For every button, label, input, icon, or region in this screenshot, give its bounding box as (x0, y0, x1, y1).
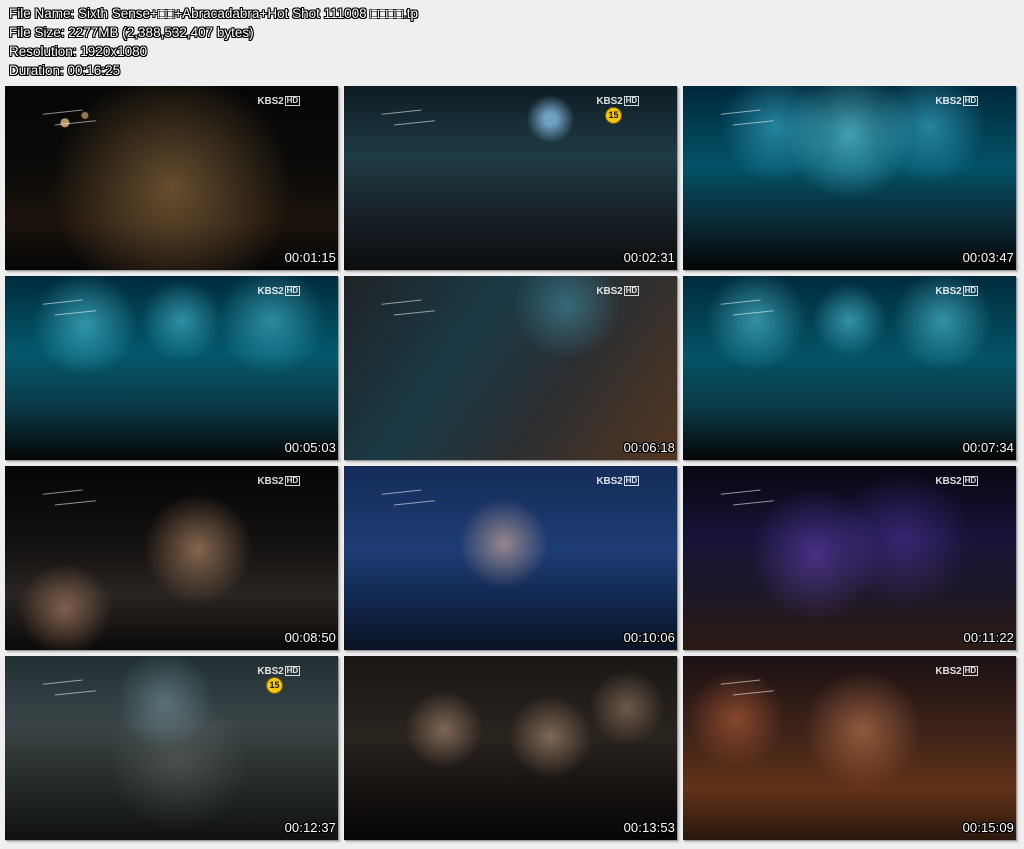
video-thumbnail[interactable]: KBS2 HD 00:15:09 (683, 656, 1016, 840)
video-thumbnail[interactable]: KBS2 HD 00:11:22 (683, 466, 1016, 650)
channel-badge: KBS2 HD (935, 666, 978, 677)
program-logo (718, 477, 777, 513)
hd-badge: HD (284, 96, 300, 106)
thumbnail-timestamp: 00:10:06 (623, 630, 675, 645)
channel-badge: KBS2 HD (935, 476, 978, 487)
video-thumbnail[interactable]: 00:13:53 (344, 656, 677, 840)
thumbnail-timestamp: 00:03:47 (962, 250, 1014, 265)
video-thumbnail[interactable]: KBS2 HD 00:10:06 (344, 466, 677, 650)
channel-badge: KBS2 HD (257, 476, 300, 487)
channel-name: KBS2 (935, 476, 962, 487)
channel-badge: KBS2 HD (596, 476, 639, 487)
age-rating-badge: 15 (605, 107, 622, 124)
age-rating-badge: 15 (266, 677, 283, 694)
hd-badge: HD (962, 96, 978, 106)
hd-badge: HD (962, 286, 978, 296)
channel-badge: KBS2 HD (257, 96, 300, 107)
hd-badge: HD (623, 286, 639, 296)
thumbnail-timestamp: 00:05:03 (284, 440, 336, 455)
thumbnail-grid: KBS2 HD 00:01:15 KBS2 HD 15 00:02:31 KBS2 HD 00:0… (5, 86, 1019, 843)
channel-badge: KBS2 HD (596, 96, 639, 107)
channel-badge: KBS2 HD (257, 666, 300, 677)
video-thumbnail[interactable]: KBS2 HD 00:01:15 (5, 86, 338, 270)
program-logo (379, 287, 438, 323)
video-thumbnail[interactable]: KBS2 HD 15 00:12:37 (5, 656, 338, 840)
program-logo (40, 287, 99, 323)
thumbnail-timestamp: 00:07:34 (962, 440, 1014, 455)
thumbnail-timestamp: 00:08:50 (284, 630, 336, 645)
resolution-text: Resolution: 1920x1080 (9, 44, 148, 59)
duration-text: Duration: 00:16:25 (9, 63, 121, 78)
channel-badge: KBS2 HD (257, 286, 300, 297)
file-name-text: File Name: Sixth Sense+□□+Abracadabra+Ho… (9, 6, 419, 21)
thumbnail-timestamp: 00:01:15 (284, 250, 336, 265)
file-size-text: File Size: 2277MB (2,388,532,407 bytes) (9, 25, 254, 40)
program-logo (40, 667, 99, 703)
thumbnail-scene (344, 656, 677, 840)
program-logo (718, 667, 777, 703)
hd-badge: HD (284, 666, 300, 676)
channel-badge: KBS2 HD (935, 286, 978, 297)
channel-badge: KBS2 HD (596, 286, 639, 297)
video-thumbnail[interactable]: KBS2 HD 00:07:34 (683, 276, 1016, 460)
program-logo (718, 97, 777, 133)
channel-name: KBS2 (596, 96, 623, 107)
video-thumbnail[interactable]: KBS2 HD 00:05:03 (5, 276, 338, 460)
hd-badge: HD (962, 476, 978, 486)
channel-name: KBS2 (257, 286, 284, 297)
program-logo (379, 477, 438, 513)
video-thumbnail[interactable]: KBS2 HD 00:08:50 (5, 466, 338, 650)
channel-name: KBS2 (596, 476, 623, 487)
channel-name: KBS2 (596, 286, 623, 297)
thumbnail-timestamp: 00:11:22 (963, 630, 1014, 645)
hd-badge: HD (284, 286, 300, 296)
thumbnail-timestamp: 00:02:31 (623, 250, 675, 265)
program-logo (40, 97, 99, 133)
video-thumbnail[interactable]: KBS2 HD 15 00:02:31 (344, 86, 677, 270)
hd-badge: HD (623, 476, 639, 486)
channel-name: KBS2 (257, 666, 284, 677)
thumbnail-timestamp: 00:12:37 (284, 820, 336, 835)
video-thumbnail[interactable]: KBS2 HD 00:06:18 (344, 276, 677, 460)
channel-name: KBS2 (935, 286, 962, 297)
channel-badge: KBS2 HD (935, 96, 978, 107)
video-thumbnail[interactable]: KBS2 HD 00:03:47 (683, 86, 1016, 270)
channel-name: KBS2 (935, 666, 962, 677)
hd-badge: HD (284, 476, 300, 486)
channel-name: KBS2 (257, 476, 284, 487)
hd-badge: HD (962, 666, 978, 676)
channel-name: KBS2 (257, 96, 284, 107)
program-logo (379, 97, 438, 133)
hd-badge: HD (623, 96, 639, 106)
thumbnail-timestamp: 00:06:18 (623, 440, 675, 455)
thumbnail-timestamp: 00:13:53 (623, 820, 675, 835)
program-logo (40, 477, 99, 513)
program-logo (718, 287, 777, 323)
file-info-panel: File Name: Sixth Sense+□□+Abracadabra+Ho… (9, 4, 418, 80)
thumbnail-timestamp: 00:15:09 (962, 820, 1014, 835)
channel-name: KBS2 (935, 96, 962, 107)
